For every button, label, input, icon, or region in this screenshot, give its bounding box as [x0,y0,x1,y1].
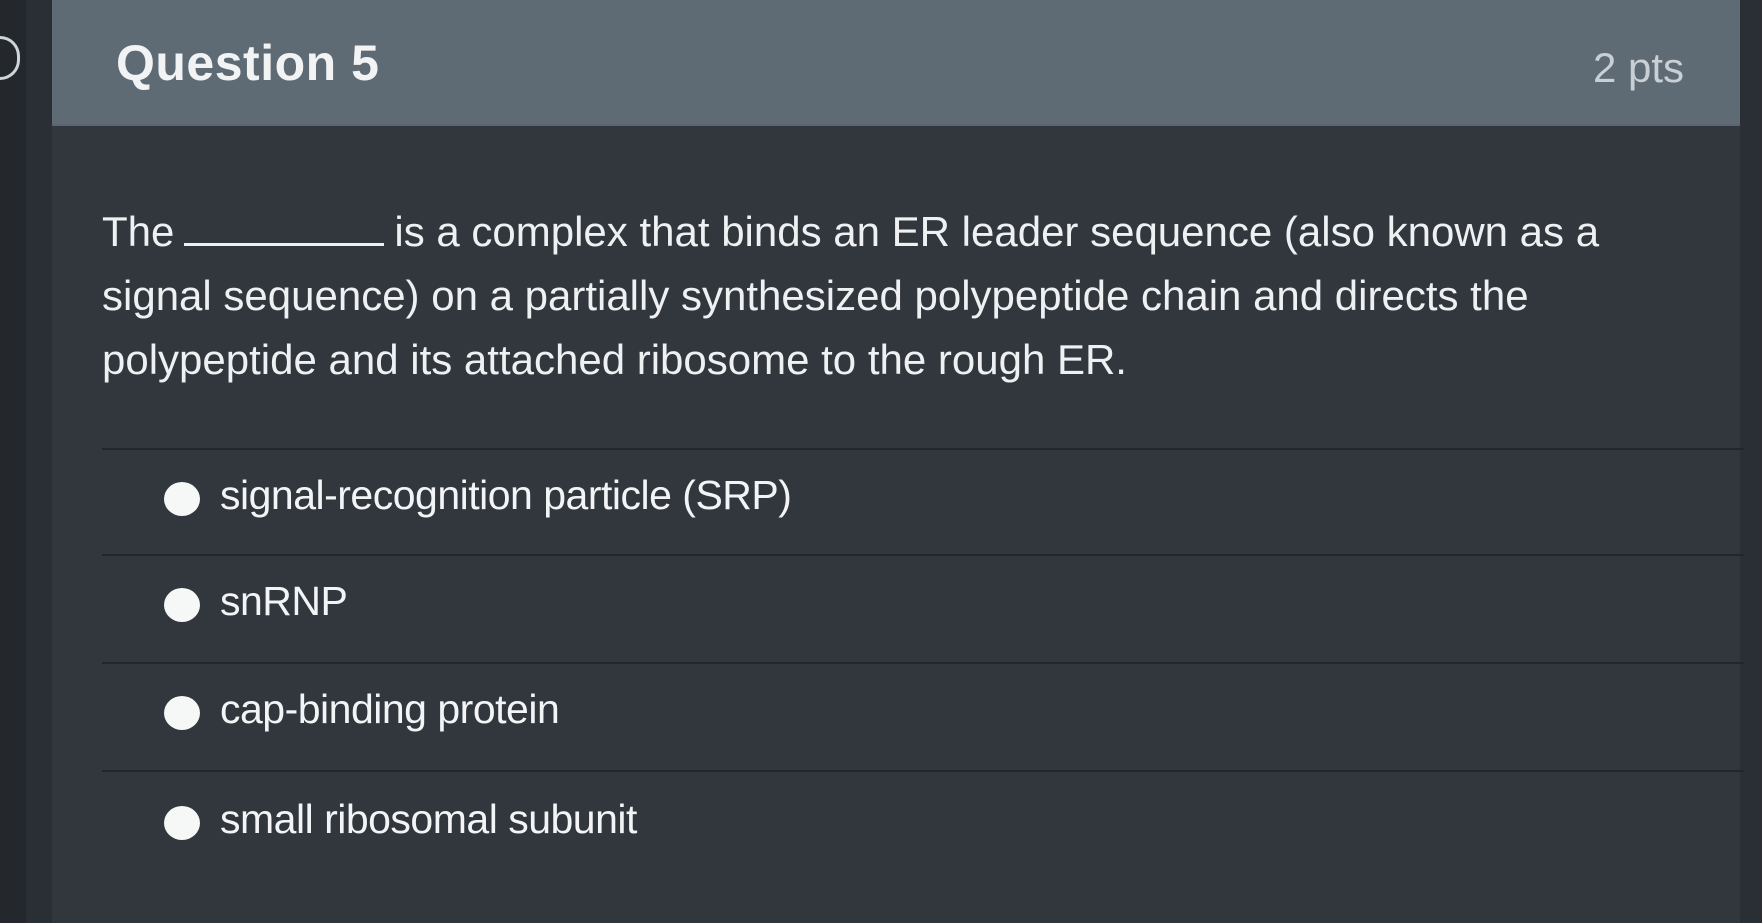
answer-label: signal-recognition particle (SRP) [220,472,792,518]
radio-button[interactable] [164,696,200,730]
question-header: Question 5 2 pts [52,0,1740,126]
answer-label: snRNP [220,578,348,624]
answer-divider [102,554,1744,556]
question-text: The is a complex that binds an ER leader … [102,200,1702,392]
radio-button[interactable] [164,482,200,516]
radio-button[interactable] [164,588,200,622]
answer-label: cap-binding protein [220,686,560,732]
collapse-arrow-icon[interactable] [0,36,20,80]
question-text-before-blank: The [102,208,175,255]
answer-option-snrnp[interactable]: snRNP [102,558,1722,648]
question-card: Question 5 2 pts The is a complex that bi… [52,0,1744,923]
answer-divider [102,770,1744,772]
fill-in-blank [184,209,385,246]
answer-divider [102,448,1744,450]
question-points: 2 pts [1592,44,1684,91]
answer-divider [102,662,1744,664]
left-rail [0,0,26,923]
answer-option-cap-binding[interactable]: cap-binding protein [102,666,1722,756]
answer-option-small-ribosomal-subunit[interactable]: small ribosomal subunit [102,776,1722,866]
question-title: Question 5 [116,35,380,91]
radio-button[interactable] [164,806,200,840]
answer-label: small ribosomal subunit [220,796,637,842]
answer-option-srp[interactable]: signal-recognition particle (SRP) [102,452,1722,542]
